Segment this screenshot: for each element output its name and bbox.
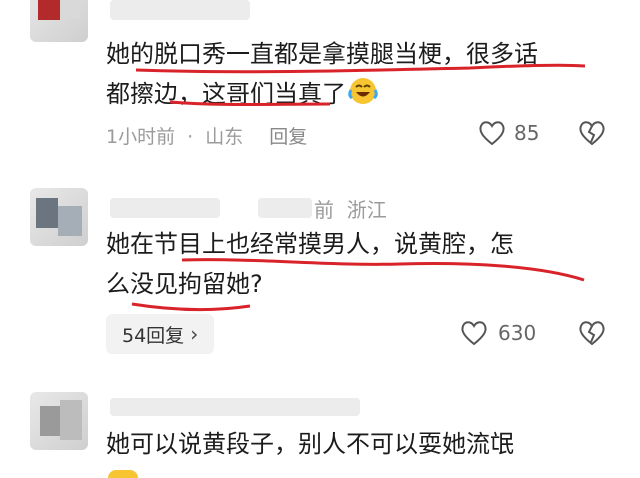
avatar[interactable] <box>30 392 88 450</box>
meta-separator: · <box>187 126 194 148</box>
replies-count: 54回复 <box>122 324 185 347</box>
heart-icon <box>460 320 488 346</box>
comment-meta: 1小时前 · 山东 回复 <box>106 122 313 149</box>
broken-heart-icon <box>578 320 606 346</box>
comment-body-line-1: 她在节目上也经常摸男人，说黄腔，怎 <box>106 230 514 258</box>
comment-location: 山东 <box>205 126 244 148</box>
avatar[interactable] <box>30 188 88 246</box>
comment-body-line-2: 都擦边，这哥们当真了 <box>106 74 606 114</box>
username-blurred <box>110 198 220 218</box>
laughing-crying-emoji-icon <box>348 76 378 106</box>
heart-icon <box>478 120 506 146</box>
comment-body: 她在节目上也经常摸男人，说黄腔，怎 么没见拘留她? <box>106 224 606 304</box>
comment-body-line-1: 她可以说黄段子，别人不可以耍她流氓 <box>106 430 514 458</box>
like-count: 85 <box>514 121 540 145</box>
comment-location-header: 前 浙江 <box>314 198 387 222</box>
dislike-button[interactable] <box>578 120 606 146</box>
comment-body: 她的脱口秀一直都是拿摸腿当梗，很多话 都擦边，这哥们当真了 <box>106 34 606 114</box>
comment-body-line-2: 么没见拘留她? <box>106 270 263 298</box>
broken-heart-icon <box>578 120 606 146</box>
username-blurred <box>110 398 360 416</box>
avatar[interactable] <box>30 0 88 42</box>
like-button[interactable]: 85 <box>478 120 539 146</box>
comment-1: 她的脱口秀一直都是拿摸腿当梗，很多话 都擦边，这哥们当真了 1小时前 · 山东 … <box>0 0 640 160</box>
comment-2: 前 浙江 她在节目上也经常摸男人，说黄腔，怎 么没见拘留她? 54回复 › 63… <box>0 180 640 370</box>
view-replies-button[interactable]: 54回复 › <box>106 314 215 354</box>
chevron-right-icon: › <box>190 322 199 346</box>
emoji-partial-icon <box>108 470 138 478</box>
comment-3: 她可以说黄段子，别人不可以耍她流氓 <box>0 388 640 478</box>
like-count: 630 <box>498 321 537 345</box>
comment-body: 她可以说黄段子，别人不可以耍她流氓 <box>106 424 626 464</box>
time-blurred <box>258 198 312 218</box>
reply-button[interactable]: 回复 <box>269 126 307 148</box>
like-button[interactable]: 630 <box>460 320 536 346</box>
dislike-button[interactable] <box>578 320 606 346</box>
comment-body-line-1: 她的脱口秀一直都是拿摸腿当梗，很多话 <box>106 40 538 68</box>
username-blurred <box>110 0 250 20</box>
comment-time: 1小时前 <box>106 126 176 148</box>
